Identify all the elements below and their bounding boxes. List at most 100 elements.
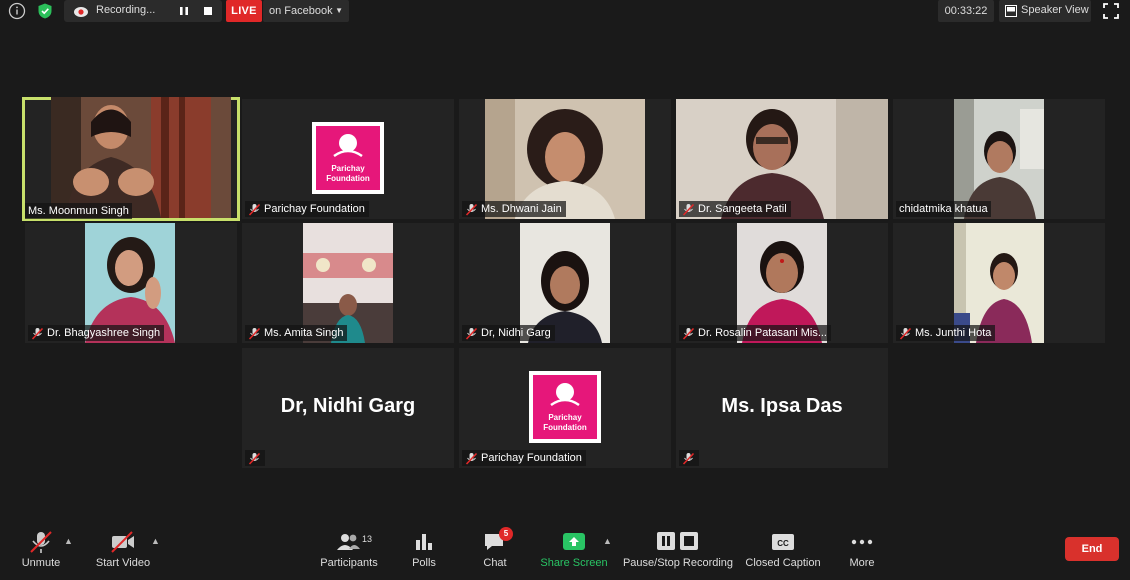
participant-tile[interactable]: Parichay Foundation Parichay Foundation	[242, 99, 454, 219]
mic-muted-icon	[248, 327, 261, 340]
speaker-view-label: Speaker View	[1021, 4, 1089, 16]
chevron-up-icon[interactable]: ▲	[151, 536, 160, 546]
share-screen-icon	[563, 533, 585, 550]
video-off-icon	[111, 531, 134, 553]
participant-tile[interactable]: Dr, Nidhi Garg	[459, 223, 671, 343]
participant-count: 13	[362, 534, 373, 544]
participant-tile[interactable]: Ms. Amita Singh	[242, 223, 454, 343]
recording-controls-icon	[657, 532, 698, 550]
participant-name-row: Dr. Rosalin Patasani Mis...	[679, 325, 831, 341]
participant-tile[interactable]: Dr. Rosalin Patasani Mis...	[676, 223, 888, 343]
participant-video	[51, 97, 231, 218]
participant-name-row: Parichay Foundation	[462, 450, 586, 466]
polls-button[interactable]: Polls	[404, 530, 444, 574]
recording-controls-label: Pause/Stop Recording	[622, 557, 734, 569]
participants-button[interactable]: 13 Participants	[318, 530, 380, 574]
mic-muted-icon	[682, 452, 695, 465]
unmute-label: Unmute	[21, 557, 61, 569]
meeting-top-bar: Recording... LIVE on Facebook ▼ 00:33:22…	[0, 0, 1130, 24]
participant-name: Dr. Rosalin Patasani Mis...	[698, 327, 827, 339]
stop-recording-icon[interactable]	[200, 3, 216, 19]
parichay-logo-emblem	[333, 134, 363, 158]
start-video-button[interactable]: Start Video	[92, 530, 154, 574]
mic-muted-icon	[31, 327, 44, 340]
mic-muted-icon	[465, 452, 478, 465]
participant-tile[interactable]: Dr. Sangeeta Patil	[676, 99, 888, 219]
more-dots-icon	[851, 539, 873, 545]
mic-muted-icon	[465, 327, 478, 340]
share-screen-button[interactable]: Share Screen	[540, 530, 608, 574]
closed-caption-button[interactable]: CC Closed Caption	[744, 530, 822, 574]
participant-name-row	[245, 450, 265, 466]
participant-tile[interactable]: Dr. Bhagyashree Singh	[25, 223, 237, 343]
chat-label: Chat	[483, 557, 507, 569]
start-video-label: Start Video	[95, 557, 151, 569]
chat-button[interactable]: 5 Chat	[476, 527, 514, 574]
mic-muted-icon	[465, 203, 478, 216]
participant-name: Dr. Bhagyashree Singh	[47, 327, 161, 339]
share-screen-label: Share Screen	[540, 557, 608, 569]
more-label: More	[849, 557, 875, 569]
participant-name-row: Parichay Foundation	[245, 201, 369, 217]
logo-text-line: Foundation	[543, 423, 587, 432]
participant-tile[interactable]: Ms. Dhwani Jain	[459, 99, 671, 219]
participant-name-row: Ms. Dhwani Jain	[462, 201, 566, 217]
participant-tile[interactable]: Dr, Nidhi Garg	[242, 348, 454, 468]
mic-muted-icon	[30, 531, 52, 553]
pause-stop-recording-button[interactable]: Pause/Stop Recording	[622, 530, 734, 574]
chevron-up-icon[interactable]: ▲	[64, 536, 73, 546]
participant-name-row: Dr, Nidhi Garg	[462, 325, 555, 341]
participants-icon	[337, 534, 360, 550]
parichay-logo: Parichay Foundation	[529, 371, 601, 443]
participant-name-row: Dr. Bhagyashree Singh	[28, 325, 165, 341]
mic-muted-icon	[682, 327, 695, 340]
mic-muted-icon	[248, 452, 261, 465]
participant-name-row	[679, 450, 699, 466]
participant-name: Dr, Nidhi Garg	[481, 327, 551, 339]
recording-label: Recording...	[96, 4, 156, 16]
logo-text-line: Parichay	[331, 164, 365, 173]
participant-name-row: Ms. Junthi Hota	[896, 325, 996, 341]
unmute-button[interactable]: Unmute	[14, 530, 68, 574]
pause-recording-icon[interactable]	[176, 3, 192, 19]
participant-tile[interactable]: Parichay Foundation Parichay Foundation	[459, 348, 671, 468]
participant-name-row: chidatmika khatua	[896, 201, 991, 217]
polls-icon	[416, 534, 432, 550]
grid-view-icon	[1005, 5, 1017, 17]
live-badge: LIVE	[226, 0, 262, 22]
meeting-toolbar: Unmute ▲ Start Video ▲ 13 Participants P…	[0, 522, 1130, 580]
logo-text-line: Foundation	[326, 174, 370, 183]
live-destination-label: on Facebook	[269, 5, 333, 17]
chat-unread-badge: 5	[499, 527, 513, 541]
closed-caption-icon: CC	[772, 534, 794, 550]
participant-tile[interactable]: Ms. Ipsa Das	[676, 348, 888, 468]
participants-label: Participants	[320, 557, 378, 569]
end-meeting-button[interactable]: End	[1065, 537, 1119, 561]
participant-name: Ms. Dhwani Jain	[481, 203, 562, 215]
live-destination-dropdown[interactable]: on Facebook ▼	[263, 0, 349, 22]
participant-tile[interactable]: Ms. Moonmun Singh	[22, 97, 240, 221]
more-button[interactable]: More	[842, 530, 882, 574]
fullscreen-icon[interactable]	[1102, 2, 1120, 20]
recording-indicator: Recording...	[64, 0, 222, 22]
cc-icon-text: CC	[777, 539, 789, 548]
speaker-view-button[interactable]: Speaker View	[999, 0, 1091, 22]
participant-name: Ms. Junthi Hota	[915, 327, 992, 339]
mic-muted-icon	[899, 327, 912, 340]
shield-icon[interactable]	[36, 2, 54, 20]
chevron-up-icon[interactable]: ▲	[603, 536, 612, 546]
mic-muted-icon	[682, 203, 695, 216]
participant-name: Parichay Foundation	[481, 452, 582, 464]
participant-name-row: Dr. Sangeeta Patil	[679, 201, 791, 217]
participant-name: Ms. Amita Singh	[264, 327, 344, 339]
participant-tile[interactable]: Ms. Junthi Hota	[893, 223, 1105, 343]
mic-muted-icon	[248, 203, 261, 216]
info-icon[interactable]	[8, 2, 26, 20]
logo-text-line: Parichay	[548, 413, 582, 422]
parichay-logo-emblem	[550, 383, 580, 407]
participant-name: Parichay Foundation	[264, 203, 365, 215]
participant-tile[interactable]: chidatmika khatua	[893, 99, 1105, 219]
participant-name: Ms. Moonmun Singh	[25, 203, 132, 219]
closed-caption-label: Closed Caption	[745, 557, 821, 569]
parichay-logo: Parichay Foundation	[312, 122, 384, 194]
